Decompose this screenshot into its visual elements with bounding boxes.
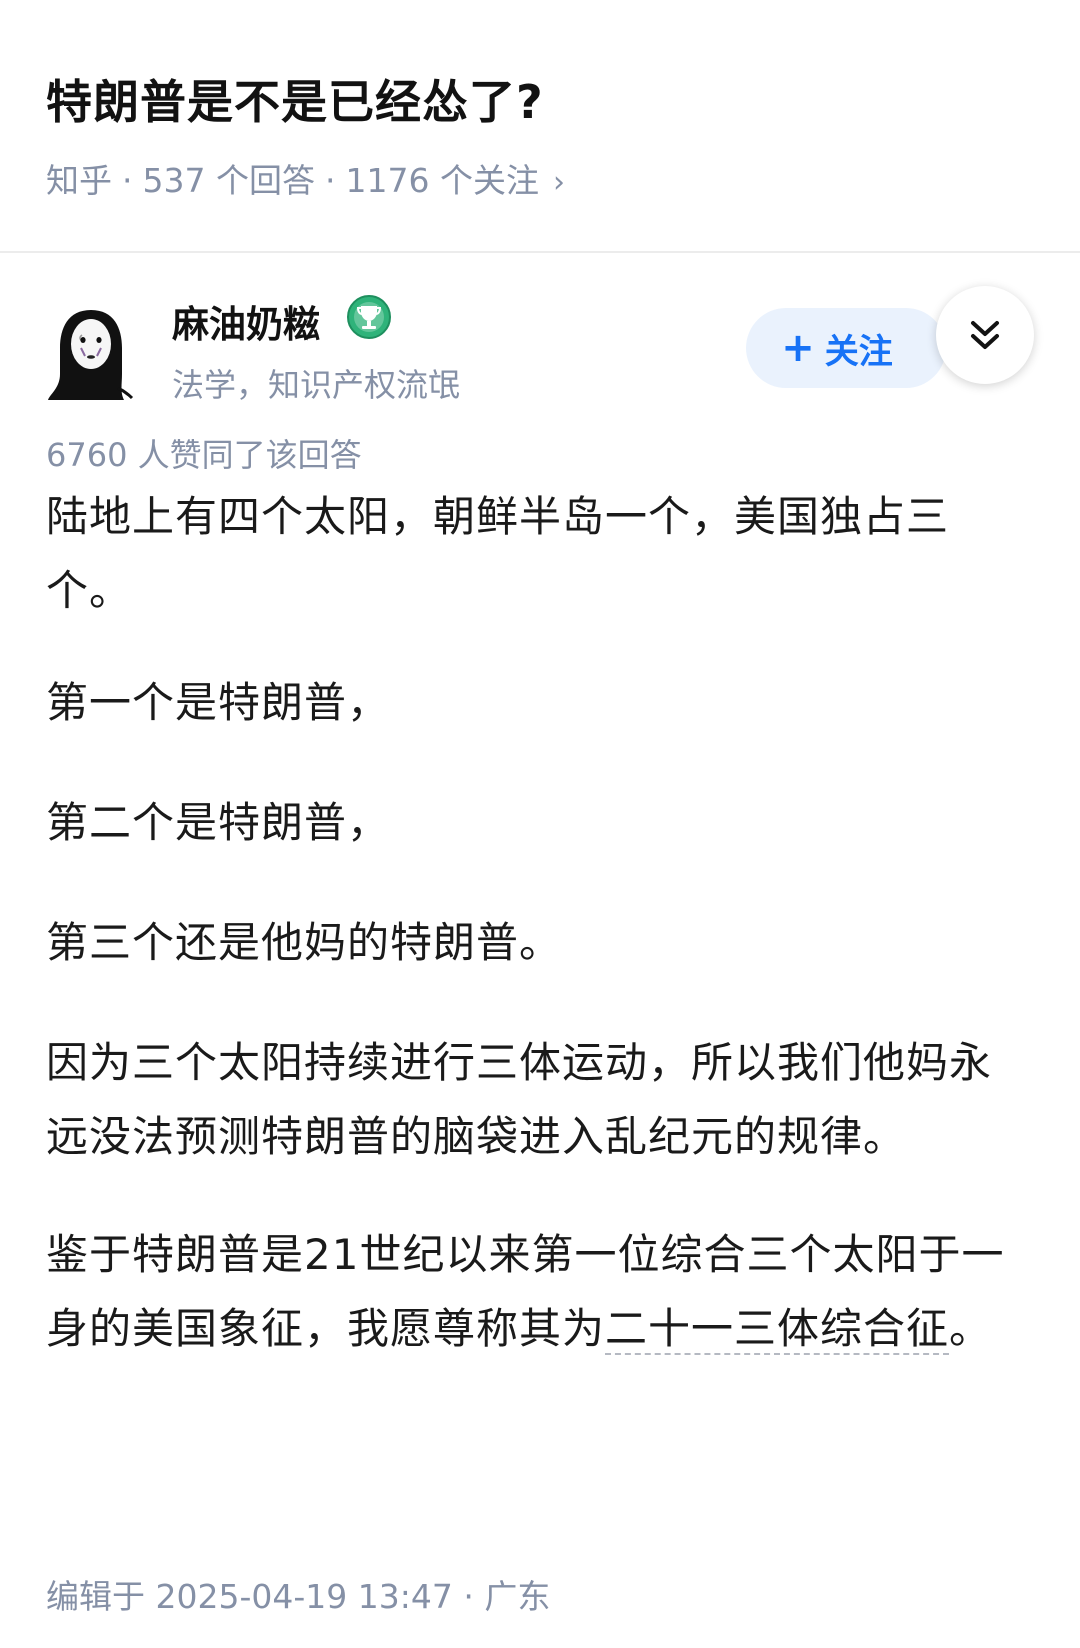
source-label: 知乎: [46, 161, 112, 200]
term-link[interactable]: 二十一三体综合征: [605, 1304, 950, 1355]
meta-separator: ·: [324, 161, 336, 200]
answer-paragraph: 陆地上有四个太阳，朝鲜半岛一个，美国独占三个。: [46, 492, 950, 615]
avatar[interactable]: [46, 304, 136, 404]
answer-paragraph: 第一个是特朗普，: [46, 678, 391, 727]
answer-paragraph: 鉴于特朗普是21世纪以来第一位综合三个太阳于一身的美国象征，我愿尊称其为二十一三…: [46, 1218, 1026, 1366]
question-meta[interactable]: 知乎 · 537 个回答 · 1176 个关注 ›: [46, 154, 565, 202]
question-title[interactable]: 特朗普是不是已经怂了?: [46, 66, 544, 132]
no-face-avatar-icon: [48, 310, 134, 400]
paragraph-text: 。: [949, 1304, 993, 1353]
trophy-badge-icon[interactable]: [346, 294, 392, 340]
followers-count: 1176 个关注: [345, 161, 539, 200]
author-row: 麻油奶糍 法学，知识产权流氓 + 关注: [0, 268, 1080, 418]
follow-button[interactable]: + 关注: [746, 308, 946, 388]
answer-paragraph: 因为三个太阳持续进行三体运动，所以我们他妈永远没法预测特朗普的脑袋进入乱纪元的规…: [46, 1038, 993, 1161]
answers-count: 537 个回答: [142, 161, 315, 200]
answer-paragraph: 第三个还是他妈的特朗普。: [46, 918, 563, 967]
meta-separator: ·: [122, 161, 133, 200]
author-name[interactable]: 麻油奶糍: [172, 294, 320, 348]
answer-paragraph: 第二个是特朗普，: [46, 798, 391, 847]
collapse-button[interactable]: [936, 286, 1034, 384]
follow-label: 关注: [824, 331, 893, 372]
chevron-right-icon: ›: [552, 165, 565, 200]
vote-count: 6760 人赞同了该回答: [46, 436, 362, 474]
divider: [0, 251, 1080, 253]
plus-icon: +: [781, 325, 815, 371]
author-bio: 法学，知识产权流氓: [172, 366, 461, 404]
double-chevron-down-icon: [971, 321, 999, 349]
question-header: 特朗普是不是已经怂了? 知乎 · 537 个回答 · 1176 个关注 ›: [0, 0, 1080, 252]
edit-timestamp: 编辑于 2025-04-19 13:47 · 广东: [46, 1577, 551, 1616]
